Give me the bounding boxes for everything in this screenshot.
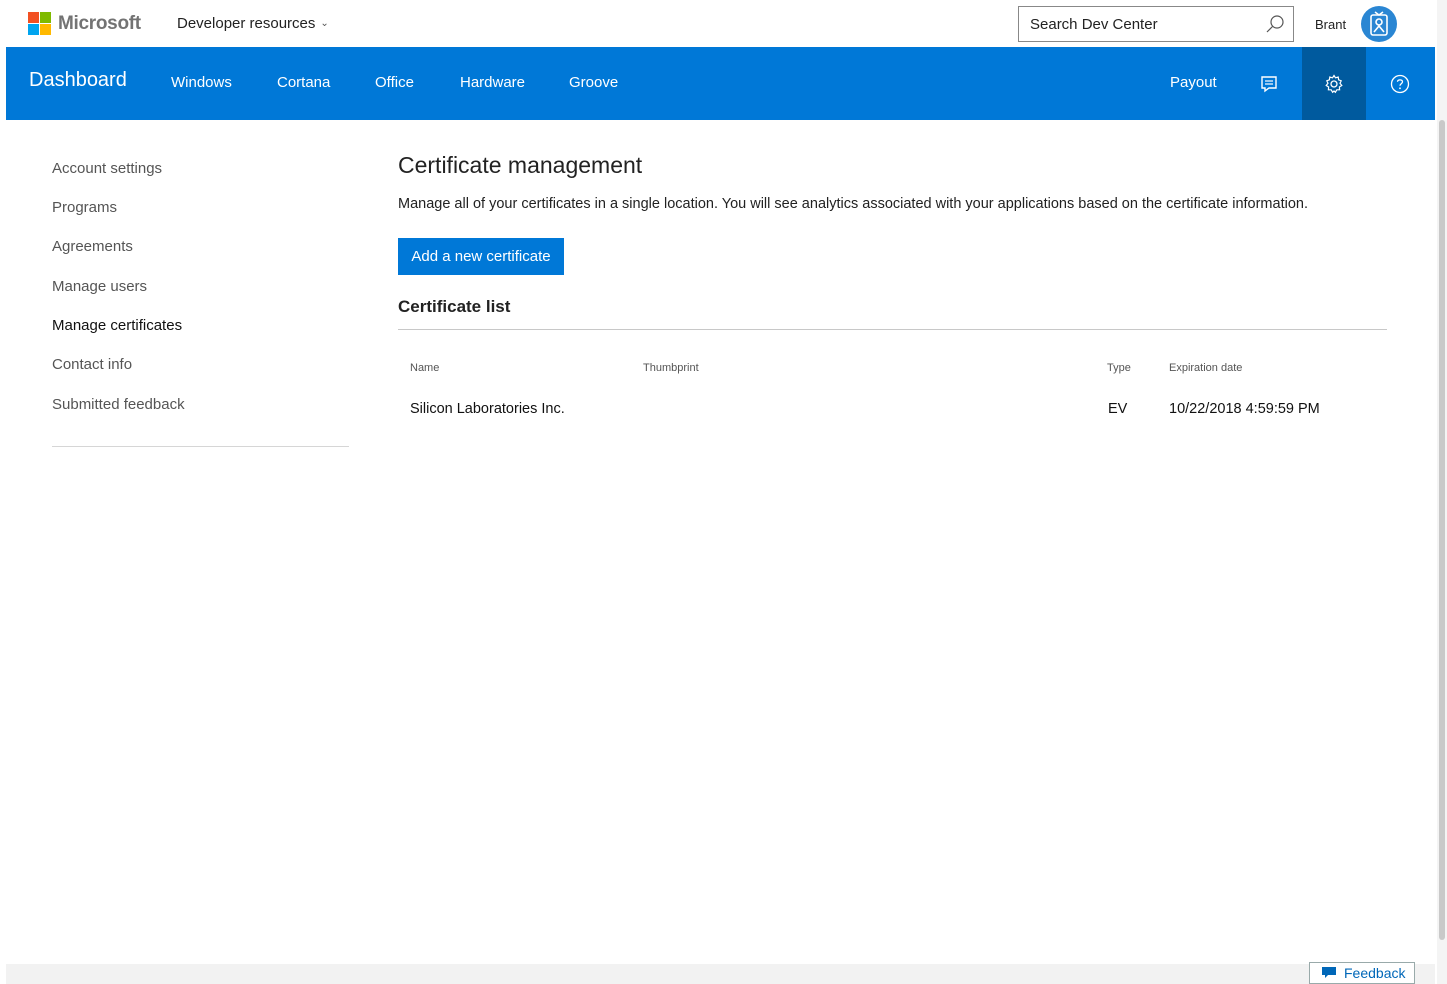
page-scrollbar[interactable] <box>1437 0 1447 984</box>
user-name[interactable]: Brant <box>1315 17 1346 32</box>
sidebar-item-account-settings[interactable]: Account settings <box>52 160 162 177</box>
chevron-down-icon: ⌄ <box>320 18 329 29</box>
sidebar-item-programs[interactable]: Programs <box>52 199 117 216</box>
nav-item-office[interactable]: Office <box>375 74 414 91</box>
nav-item-windows[interactable]: Windows <box>171 74 232 91</box>
column-header-thumbprint: Thumbprint <box>643 362 699 374</box>
feedback-icon <box>1322 967 1336 978</box>
nav-item-hardware[interactable]: Hardware <box>460 74 525 91</box>
feedback-message-icon <box>1261 75 1277 92</box>
sidebar-item-contact-info[interactable]: Contact info <box>52 356 132 373</box>
developer-resources-label: Developer resources <box>177 15 316 32</box>
certificate-list-title: Certificate list <box>398 297 511 316</box>
page-description: Manage all of your certificates in a sin… <box>398 196 1308 212</box>
search-box <box>1018 6 1294 42</box>
column-header-type: Type <box>1107 362 1131 374</box>
feedback-message-button[interactable] <box>1237 47 1301 120</box>
add-certificate-button[interactable]: Add a new certificate <box>398 238 564 275</box>
nav-item-cortana[interactable]: Cortana <box>277 74 330 91</box>
footer-bar <box>6 964 1435 984</box>
sidebar-divider <box>52 446 349 447</box>
microsoft-logo[interactable]: Microsoft <box>28 12 141 35</box>
sidebar-item-agreements[interactable]: Agreements <box>52 238 133 255</box>
nav-item-groove[interactable]: Groove <box>569 74 618 91</box>
top-bar: Microsoft Developer resources ⌄ Brant <box>0 0 1447 47</box>
sidebar-item-manage-users[interactable]: Manage users <box>52 278 147 295</box>
user-avatar-icon <box>1370 11 1388 36</box>
column-header-name: Name <box>410 362 440 374</box>
main-nav: Dashboard Windows Cortana Office Hardwar… <box>6 47 1435 120</box>
help-icon <box>1390 74 1410 93</box>
brand-name: Microsoft <box>58 12 141 34</box>
section-divider <box>398 329 1387 330</box>
settings-button[interactable] <box>1302 47 1366 120</box>
nav-payout[interactable]: Payout <box>1170 74 1217 91</box>
help-button[interactable] <box>1368 47 1432 120</box>
scrollbar-thumb[interactable] <box>1439 120 1445 940</box>
search-icon[interactable] <box>1265 14 1285 34</box>
sidebar-item-submitted-feedback[interactable]: Submitted feedback <box>52 396 185 413</box>
developer-resources-menu[interactable]: Developer resources ⌄ <box>177 15 329 32</box>
search-input[interactable] <box>1019 7 1259 41</box>
cell-name: Silicon Laboratories Inc. <box>410 401 565 417</box>
gear-icon <box>1325 73 1343 93</box>
column-header-expiration-date: Expiration date <box>1169 362 1243 374</box>
microsoft-logo-icon <box>28 12 51 35</box>
cell-type: EV <box>1108 401 1128 417</box>
page-title: Certificate management <box>398 152 643 178</box>
cell-expiration-date: 10/22/2018 4:59:59 PM <box>1169 401 1320 417</box>
sidebar-item-manage-certificates[interactable]: Manage certificates <box>52 317 182 334</box>
nav-dashboard[interactable]: Dashboard <box>29 69 127 92</box>
avatar[interactable] <box>1361 6 1397 42</box>
feedback-label: Feedback <box>1344 965 1406 981</box>
feedback-button[interactable]: Feedback <box>1309 962 1415 984</box>
